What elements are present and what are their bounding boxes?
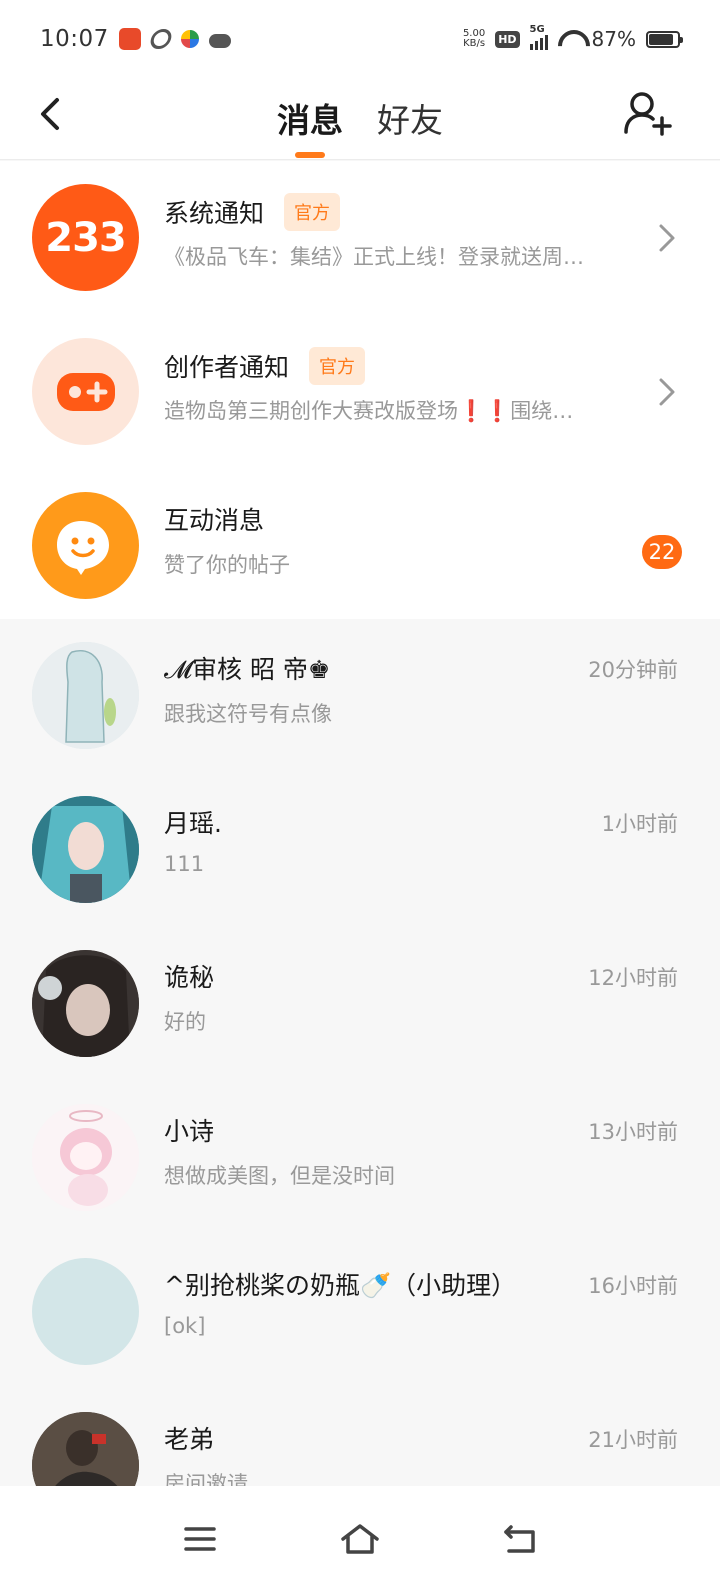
anime-avatar-image [32,642,139,749]
menu-button[interactable] [120,1499,280,1579]
interaction-preview: 赞了你的帖子 [164,553,290,577]
unread-count-badge: 22 [642,535,682,569]
row-title: 系统通知 官方 [164,193,341,231]
chat-row[interactable]: 小诗 想做成美图，但是没时间 13小时前 [0,1082,720,1236]
creator-notice-title: 创作者通知 [164,353,290,382]
official-badge: 官方 [284,193,341,231]
network-speed: 5.00 KB/s [463,29,485,49]
avatar [32,1258,139,1365]
avatar [32,642,139,749]
creator-notice-row[interactable]: 创作者通知 官方 造物岛第三期创作大赛改版登场❗❗围绕… [0,315,720,469]
sync-icon [148,29,174,49]
system-notice-preview: 《极品飞车：集结》正式上线！登录就送周… [164,245,584,269]
avatar [32,1104,139,1211]
chat-row[interactable]: ^别抢桃桨の奶瓶🍼（小助理） [ok] 16小时前 [0,1236,720,1390]
system-notice-title: 系统通知 [164,199,265,228]
chat-name: 月瑶. [164,809,222,838]
chevron-right-icon [659,378,675,406]
anime-avatar-image [32,796,139,903]
system-notice-row[interactable]: 233 系统通知 官方 《极品飞车：集结》正式上线！登录就送周… [0,161,720,315]
chat-last-message: 房间邀请 [164,1472,248,1486]
app-dots-icon [180,30,199,48]
return-icon [504,1525,535,1553]
chat-name: 𝓜审核 昭 帝♚ [164,655,331,684]
chat-list: 𝓜审核 昭 帝♚ 跟我这符号有点像 20分钟前 月瑶. 111 1小时前 诡秘 [0,620,720,1486]
tab-messages[interactable]: 消息 [277,84,343,152]
creator-notice-avatar [32,338,139,445]
cloud-icon [208,34,231,48]
chat-name: ^别抢桃桨の奶瓶🍼（小助理） [164,1271,517,1300]
speed-unit: KB/s [463,38,486,49]
chat-time: 20分钟前 [588,658,678,682]
chat-row[interactable]: 月瑶. 111 1小时前 [0,774,720,928]
tab-friends[interactable]: 好友 [377,84,443,152]
status-right: 5.00 KB/s HD 5G 87% [463,24,683,51]
avatar-233-logo: 233 [45,214,126,261]
photo-avatar-image [32,950,139,1057]
chat-last-message: [ok] [164,1314,206,1338]
avatar [32,796,139,903]
chat-time: 21小时前 [588,1428,678,1452]
home-button[interactable] [280,1499,440,1579]
system-nav-bar [0,1486,720,1592]
chat-time: 1小时前 [601,812,678,836]
hd-icon: HD [495,30,520,48]
chevron-right-icon [659,224,675,252]
signal-icon: 5G [529,24,548,50]
back-nav-button[interactable] [440,1499,600,1579]
chat-name: 诡秘 [164,963,215,992]
avatar [32,1412,139,1486]
chat-last-message: 111 [164,852,205,876]
status-left: 10:07 [40,26,231,52]
avatar [32,950,139,1057]
chat-row[interactable]: 𝓜审核 昭 帝♚ 跟我这符号有点像 20分钟前 [0,620,720,774]
add-user-icon [624,92,672,136]
chat-time: 16小时前 [588,1274,678,1298]
tab-bar: 消息 好友 [0,84,720,152]
photo-avatar-image [32,1412,139,1486]
chat-bubble-icon [56,520,109,575]
add-friend-button[interactable] [622,88,674,140]
chat-time: 13小时前 [588,1120,678,1144]
system-notification-list: 233 系统通知 官方 《极品飞车：集结》正式上线！登录就送周… 创作者通知 官… [0,161,720,619]
creator-notice-preview: 造物岛第三期创作大赛改版登场❗❗围绕… [164,399,574,423]
gamepad-icon [56,372,115,411]
row-title: 创作者通知 官方 [164,347,366,385]
system-notice-avatar: 233 [32,184,139,291]
header: 消息 好友 [0,78,720,160]
chat-row[interactable]: 老弟 房间邀请 21小时前 [0,1390,720,1486]
chat-last-message: 好的 [164,1010,206,1034]
official-badge: 官方 [309,347,366,385]
anime-avatar-image [32,1104,139,1211]
chat-name: 小诗 [164,1117,215,1146]
interaction-avatar [32,492,139,599]
network-type: 5G [529,24,545,35]
battery-icon [646,30,683,48]
chat-row[interactable]: 诡秘 好的 12小时前 [0,928,720,1082]
menu-icon [184,1527,216,1551]
status-time: 10:07 [40,26,109,52]
interaction-title: 互动消息 [164,506,265,535]
home-icon [341,1524,379,1554]
status-bar: 10:07 5.00 KB/s HD 5G 87% [0,0,720,78]
chat-time: 12小时前 [588,966,678,990]
chat-last-message: 想做成美图，但是没时间 [164,1164,395,1188]
chat-name: 老弟 [164,1425,215,1454]
interaction-row[interactable]: 互动消息 赞了你的帖子 22 [0,469,720,619]
chat-last-message: 跟我这符号有点像 [164,702,332,726]
battery-percent: 87% [591,27,636,51]
wifi-icon [558,30,582,48]
row-title: 互动消息 [164,501,264,537]
app-notification-icon [118,28,141,50]
